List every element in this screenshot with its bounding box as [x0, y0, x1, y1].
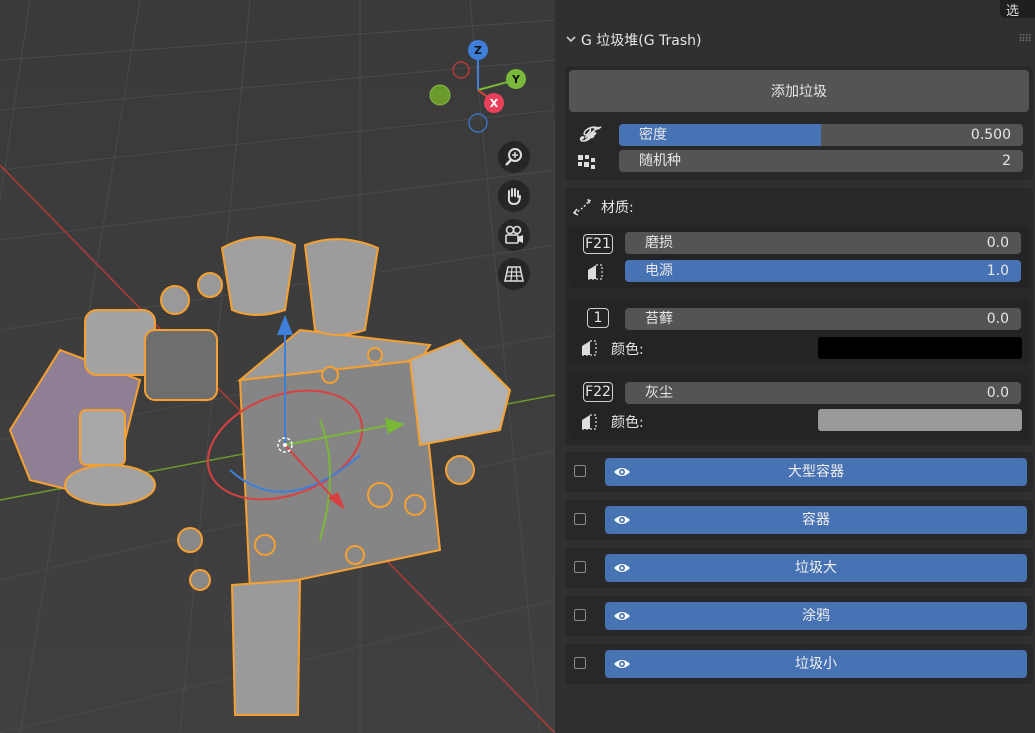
dust-color-swatch[interactable] [817, 408, 1023, 432]
moss-number-icon: 1 [587, 308, 609, 328]
svg-text:Y: Y [511, 73, 521, 86]
collection-checkbox[interactable] [574, 609, 586, 621]
collection-row: 大型容器 [565, 452, 1033, 492]
random-seed-icon [577, 152, 597, 172]
power-label: 电源 [645, 263, 673, 279]
collection-label: 垃圾小 [795, 656, 837, 672]
collection-toggle-button[interactable]: 垃圾大 [605, 554, 1027, 582]
collection-row: 涂鸦 [565, 596, 1033, 636]
add-trash-button[interactable]: 添加垃圾 [569, 70, 1029, 112]
dust-color-label: 颜色: [611, 415, 644, 431]
camera-icon[interactable] [498, 219, 530, 251]
dust-box: F22 灰尘 0.0 颜色: [569, 374, 1029, 440]
dust-slider[interactable]: 灰尘 0.0 [625, 382, 1021, 404]
materials-box: 材质: F21 磨损 0.0 电源 1.0 1 苔藓 0.0 颜色: F22 灰… [565, 188, 1033, 446]
dust-label: 灰尘 [645, 385, 673, 401]
wear-label: 磨损 [645, 235, 673, 251]
svg-text:Z: Z [474, 44, 482, 57]
collection-toggle-button[interactable]: 涂鸦 [605, 602, 1027, 630]
dust-value: 0.0 [986, 385, 1009, 401]
main-settings-box: 添加垃圾 𝓕 密度 0.500 随机种 2 [565, 66, 1033, 180]
chevron-down-icon[interactable] [565, 33, 579, 47]
panel-header[interactable]: G 垃圾堆(G Trash) ⠿⠿ [555, 22, 1035, 58]
density-icon: 𝓕 [579, 122, 595, 146]
sidebar-panel: 选 G 垃圾堆(G Trash) ⠿⠿ 添加垃圾 𝓕 密度 0.500 随机种 … [555, 0, 1035, 733]
corner-select-icon [579, 338, 599, 358]
moss-color-label: 颜色: [611, 342, 644, 358]
panel-title: G 垃圾堆(G Trash) [581, 33, 702, 49]
power-slider[interactable]: 电源 1.0 [625, 260, 1021, 282]
collection-checkbox[interactable] [574, 465, 586, 477]
perspective-grid-icon[interactable] [498, 258, 530, 290]
materials-label: 材质: [601, 200, 634, 216]
material-icon [571, 196, 593, 218]
navigation-gizmo[interactable]: Z Y X [425, 38, 535, 138]
svg-text:X: X [490, 97, 499, 110]
collection-row: 垃圾小 [565, 644, 1033, 684]
drag-handle-icon[interactable]: ⠿⠿ [1018, 34, 1032, 45]
collection-checkbox[interactable] [574, 513, 586, 525]
wear-power-box: F21 磨损 0.0 电源 1.0 [569, 226, 1029, 288]
collection-toggle-button[interactable]: 大型容器 [605, 458, 1027, 486]
collection-row: 垃圾大 [565, 548, 1033, 588]
seed-field[interactable]: 随机种 2 [619, 150, 1023, 172]
density-slider[interactable]: 密度 0.500 [619, 124, 1023, 146]
corner-select-icon [585, 262, 605, 282]
collection-toggle-button[interactable]: 容器 [605, 506, 1027, 534]
collection-label: 容器 [802, 512, 830, 528]
collection-label: 大型容器 [788, 464, 844, 480]
wear-f-icon: F21 [583, 234, 613, 254]
seed-label: 随机种 [639, 153, 681, 169]
corner-select-icon [579, 412, 599, 432]
3d-viewport[interactable]: Z Y X [0, 0, 555, 733]
collection-toggle-button[interactable]: 垃圾小 [605, 650, 1027, 678]
density-value: 0.500 [970, 127, 1011, 143]
collection-label: 涂鸦 [802, 608, 830, 624]
power-fill [625, 260, 1021, 282]
collection-label: 垃圾大 [795, 560, 837, 576]
dust-f-icon: F22 [583, 382, 613, 402]
moss-color-swatch[interactable] [817, 336, 1023, 360]
collection-checkbox[interactable] [574, 657, 586, 669]
collection-row: 容器 [565, 500, 1033, 540]
wear-value: 0.0 [986, 235, 1009, 251]
collection-checkbox[interactable] [574, 561, 586, 573]
moss-slider[interactable]: 苔藓 0.0 [625, 308, 1021, 330]
zoom-icon[interactable] [498, 141, 530, 173]
wear-slider[interactable]: 磨损 0.0 [625, 232, 1021, 254]
hand-pan-icon[interactable] [498, 180, 530, 212]
moss-label: 苔藓 [645, 311, 673, 327]
density-label: 密度 [639, 127, 667, 143]
moss-value: 0.0 [986, 311, 1009, 327]
seed-value: 2 [1002, 153, 1011, 169]
power-value: 1.0 [986, 263, 1009, 279]
moss-box: 1 苔藓 0.0 颜色: [569, 300, 1029, 364]
tab-select[interactable]: 选 [1000, 0, 1035, 19]
